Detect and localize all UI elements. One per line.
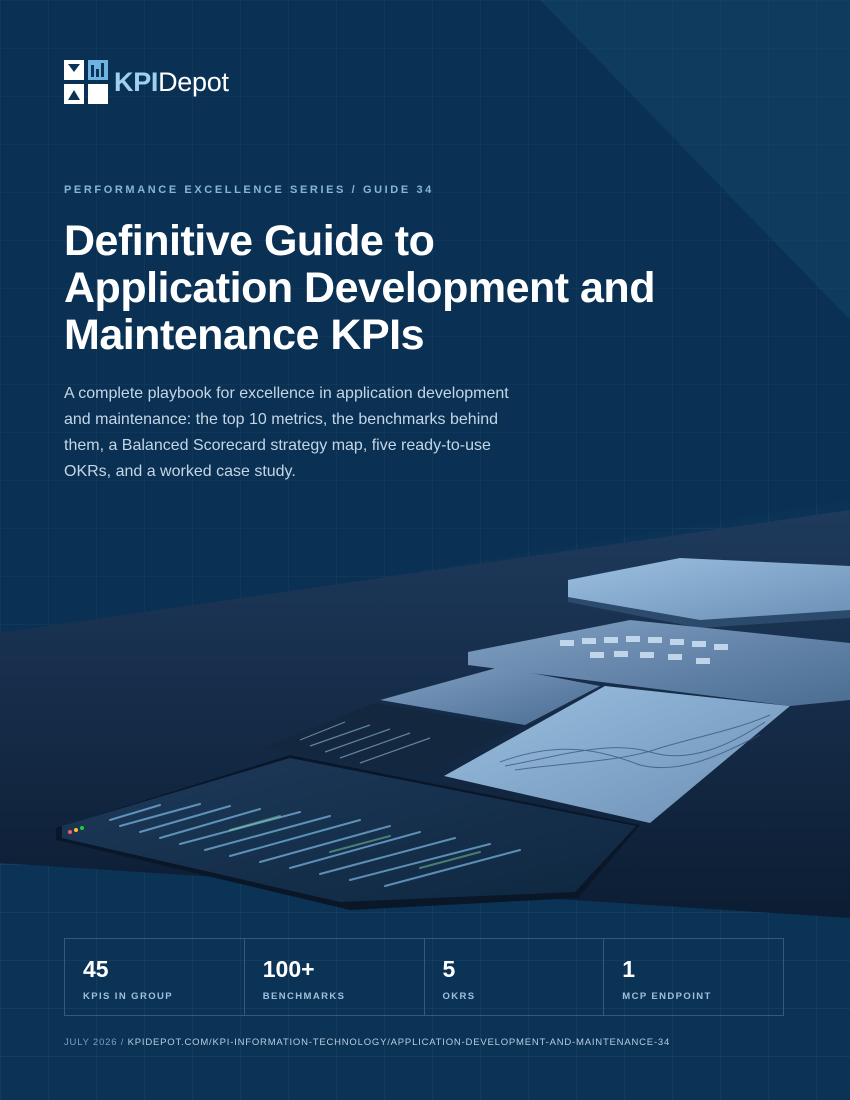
footer: JULY 2026 / KPIDEPOT.COM/KPI-INFORMATION… [64, 1037, 670, 1048]
stat-value: 45 [83, 956, 109, 982]
title-line: Definitive Guide to [64, 217, 435, 265]
footer-url-link[interactable]: KPIDEPOT.COM/KPI-INFORMATION-TECHNOLOGY/… [128, 1037, 670, 1048]
footer-separator: / [117, 1037, 128, 1048]
hero-dashboard-photo [0, 510, 850, 918]
subtitle: A complete playbook for excellence in ap… [64, 385, 509, 480]
stat-okrs: 5 OKRS [425, 939, 605, 1015]
stat-label: MCP ENDPOINT [622, 991, 712, 1002]
stat-kpis: 45 KPIS IN GROUP [65, 939, 245, 1015]
brand-logo: KPIDepot [64, 60, 229, 104]
page-title: Definitive Guide to Application Developm… [64, 218, 764, 359]
title-line: Maintenance KPIs [64, 311, 425, 359]
cover-page: KPIDepot PERFORMANCE EXCELLENCE SERIES /… [0, 0, 850, 1100]
kpidepot-logo-icon [64, 60, 108, 104]
stat-value: 5 [442, 956, 456, 982]
brand-name: KPIDepot [114, 67, 229, 98]
stats-bar: 45 KPIS IN GROUP 100+ BENCHMARKS 5 OKRS … [64, 938, 784, 1016]
brand-depot: Depot [158, 66, 229, 97]
footer-date: JULY 2026 [64, 1037, 118, 1048]
title-line: Application Development and [64, 264, 655, 312]
brand-kpi: KPI [114, 66, 159, 97]
stat-benchmarks: 100+ BENCHMARKS [245, 939, 425, 1015]
stat-mcp: 1 MCP ENDPOINT [604, 939, 783, 1015]
stat-label: OKRS [442, 991, 476, 1002]
stat-label: KPIS IN GROUP [83, 991, 173, 1002]
series-label: PERFORMANCE EXCELLENCE SERIES / GUIDE 34 [64, 184, 434, 196]
stat-value: 100+ [262, 956, 315, 982]
stat-label: BENCHMARKS [262, 991, 346, 1002]
stat-value: 1 [622, 956, 636, 982]
